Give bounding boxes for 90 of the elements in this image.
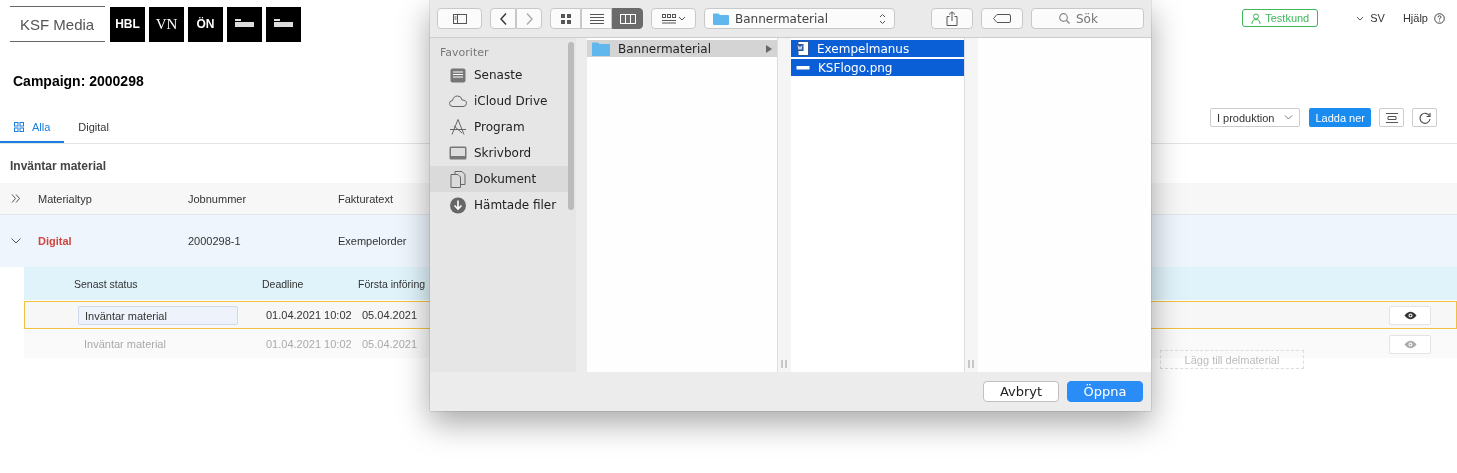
caret-icon	[1284, 115, 1294, 120]
arrange-icon	[661, 13, 686, 24]
view-mode-button[interactable]	[612, 8, 643, 29]
file-item[interactable]: Exempelmanus	[791, 40, 964, 57]
column-view-icon	[619, 13, 636, 24]
documents-icon	[449, 170, 467, 188]
column-header: Deadline	[262, 277, 305, 290]
tray-icon	[449, 67, 467, 83]
section-title: Inväntar material	[10, 159, 107, 175]
eye-icon	[1403, 339, 1417, 349]
back-icon	[499, 12, 507, 25]
forward-icon	[525, 12, 533, 25]
density-button[interactable]	[1379, 108, 1404, 127]
table-cell-text: 01.04.2021 10:02	[266, 338, 353, 350]
resize-handle-icon[interactable]	[968, 360, 974, 368]
file-item[interactable]: Bannermaterial	[587, 40, 777, 57]
folder-icon	[592, 41, 610, 56]
table-cell-text: 01.04.2021 10:02	[266, 309, 353, 321]
campaign-title: Campaign: 2000298	[13, 73, 144, 91]
sidebar-item[interactable]: iCloud Drive	[430, 88, 570, 114]
back-button[interactable]	[490, 8, 516, 29]
view-mode-button[interactable]	[581, 8, 612, 29]
sidebar-item[interactable]: Senaste	[430, 62, 570, 88]
table-cell-text: 05.04.2021	[362, 309, 419, 321]
sidebar-label: iCloud Drive	[474, 94, 548, 108]
table-cell-text: 05.04.2021	[362, 338, 419, 350]
icon-view-icon	[560, 13, 571, 24]
eye-icon	[1403, 310, 1417, 320]
view-button[interactable]	[1389, 305, 1431, 325]
status-dropdown[interactable]: I produktion	[1209, 108, 1301, 127]
column-header: Senast status	[74, 277, 139, 290]
newspaper-logo[interactable]: HBL	[110, 6, 145, 42]
help-link[interactable]: Hjälp	[1396, 11, 1451, 25]
list-view-icon	[589, 13, 604, 24]
word-document-icon	[796, 41, 809, 56]
column-header: Materialtyp	[38, 192, 93, 205]
location-dropdown[interactable]: Bannermaterial	[704, 8, 895, 29]
column-header: Jobnummer	[188, 192, 248, 205]
sidebar-icon	[452, 13, 467, 24]
tag-button[interactable]	[981, 8, 1023, 29]
refresh-icon	[1418, 111, 1431, 124]
updown-icon	[879, 12, 886, 25]
status-cell: Inväntar material	[78, 305, 238, 325]
sidebar-label: Skrivbord	[474, 146, 532, 160]
share-icon	[946, 11, 958, 26]
search-icon	[1059, 13, 1070, 24]
tab[interactable]: Alla	[0, 113, 65, 143]
help-icon	[1434, 12, 1445, 24]
resize-handle-icon[interactable]	[781, 360, 787, 368]
disclosure-icon	[766, 44, 772, 53]
sidebar-label: Senaste	[474, 68, 523, 82]
sidebar-heading: Favoriter	[439, 46, 490, 61]
desktop-icon	[449, 146, 467, 160]
brand-logo[interactable]: KSF Media	[10, 6, 105, 42]
tab[interactable]: Digital	[64, 113, 123, 143]
sidebar-label: Program	[474, 120, 525, 134]
expand-all-icon[interactable]	[11, 194, 21, 203]
sidebar-label: Hämtade filer	[474, 198, 557, 212]
share-button[interactable]	[931, 8, 973, 29]
refresh-button[interactable]	[1412, 108, 1437, 127]
file-item[interactable]: KSFlogo.png	[791, 59, 964, 76]
sidebar-label: Dokument	[474, 172, 537, 186]
table-cell-text: 2000298-1	[188, 235, 242, 247]
status-cell-text: Inväntar material	[83, 336, 167, 352]
image-file-icon	[796, 64, 810, 71]
user-icon	[1251, 12, 1262, 24]
view-mode-button[interactable]	[550, 8, 581, 29]
chevron-icon[interactable]	[11, 238, 21, 244]
folder-icon	[713, 12, 729, 25]
sidebar-item[interactable]: Hämtade filer	[430, 192, 570, 218]
sidebar-toggle-button[interactable]	[437, 8, 482, 29]
sidebar-item[interactable]: Dokument	[430, 166, 570, 192]
rows-icon	[1385, 112, 1398, 123]
sidebar-item[interactable]: Program	[430, 114, 570, 140]
newspaper-logo[interactable]: ÖN	[188, 6, 223, 42]
language-dropdown[interactable]: SV	[1350, 11, 1391, 25]
table-cell-text: Digital	[38, 235, 73, 247]
caret-icon	[1356, 15, 1365, 21]
compass-icon	[449, 119, 467, 135]
newspaper-logo[interactable]: VN	[149, 6, 184, 42]
cancel-button[interactable]: Avbryt	[983, 381, 1059, 402]
download-icon	[449, 196, 467, 214]
sidebar-item[interactable]: Skrivbord	[430, 140, 570, 166]
arrange-dropdown[interactable]	[651, 8, 696, 29]
cloud-icon	[449, 95, 467, 107]
search-field[interactable]: Sök	[1031, 8, 1144, 29]
grid-icon	[14, 122, 24, 132]
tag-icon	[993, 14, 1011, 23]
table-cell-text: Exempelorder	[338, 235, 408, 247]
column-header: Första införing	[358, 277, 427, 290]
